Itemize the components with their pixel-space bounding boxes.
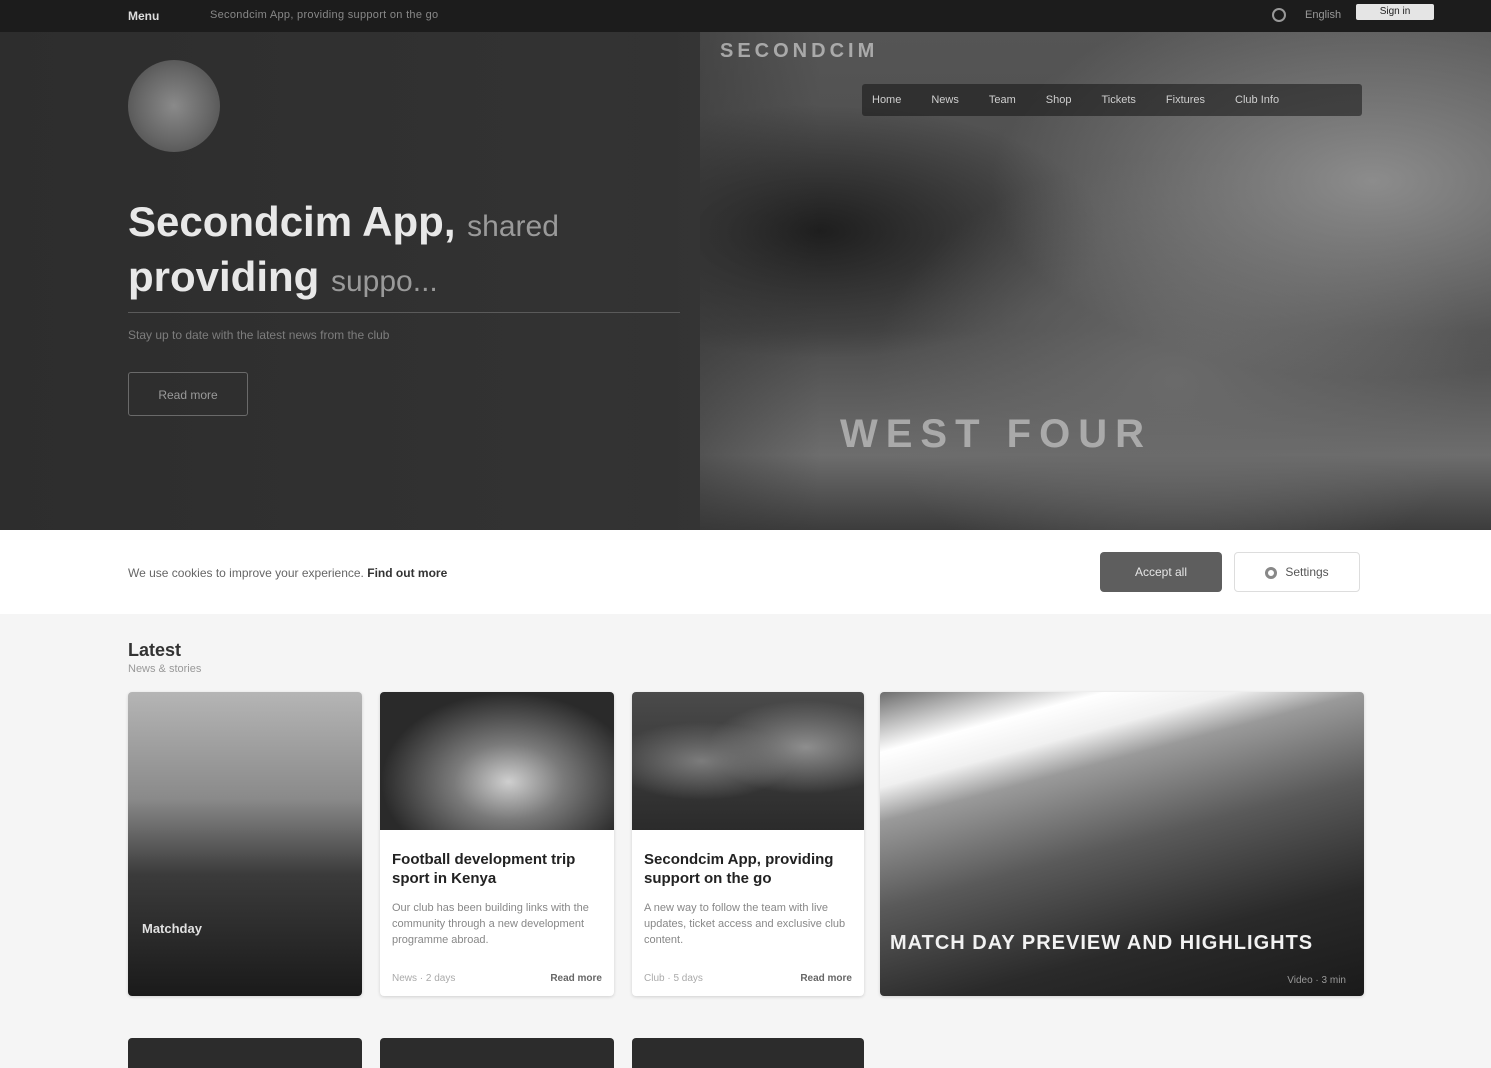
- section-subtitle: News & stories: [128, 663, 202, 675]
- news-card-image: [128, 692, 362, 996]
- hero-divider: [128, 312, 680, 313]
- nav-item-fixtures[interactable]: Fixtures: [1166, 94, 1205, 106]
- news-card-overlay: Matchday: [142, 921, 202, 936]
- sign-in-button[interactable]: Sign in: [1356, 4, 1434, 20]
- top-bar: Menu Secondcim App, providing support on…: [0, 0, 1491, 32]
- news-card-read-more[interactable]: Read more: [800, 973, 852, 984]
- accept-cookies-button[interactable]: Accept all: [1100, 552, 1222, 592]
- nav-item-news[interactable]: News: [931, 94, 959, 106]
- news-card[interactable]: Matchday: [128, 692, 362, 996]
- menu-link[interactable]: Menu: [128, 9, 159, 23]
- cookie-settings-button[interactable]: Settings: [1234, 552, 1360, 592]
- hero-title-line1: Secondcim App,: [128, 198, 456, 245]
- nav-item-tickets[interactable]: Tickets: [1101, 94, 1135, 106]
- cookie-more-link[interactable]: Find out more: [367, 566, 447, 580]
- nav-item-team[interactable]: Team: [989, 94, 1016, 106]
- news-card-meta: News · 2 days: [392, 973, 456, 984]
- gear-icon: [1265, 566, 1278, 579]
- nav-item-home[interactable]: Home: [872, 94, 901, 106]
- cookie-text: We use cookies to improve your experienc…: [128, 566, 447, 580]
- cookie-notice: We use cookies to improve your experienc…: [0, 530, 1491, 614]
- hero-title-line2: providing: [128, 253, 320, 300]
- stadium-banner-text: SECONDCIM: [720, 40, 879, 62]
- hero-banner: SECONDCIM WEST FOUR Home News Team Shop …: [0, 32, 1491, 530]
- news-card-image: [632, 692, 864, 830]
- cookie-settings-label: Settings: [1285, 565, 1329, 579]
- news-card-read-more[interactable]: Read more: [550, 973, 602, 984]
- news-card-title[interactable]: Secondcim App, providing support on the …: [644, 850, 854, 888]
- hero-nav: Home News Team Shop Tickets Fixtures Clu…: [862, 84, 1362, 116]
- hero-title: Secondcim App, shared providing suppo...: [128, 197, 688, 307]
- news-card[interactable]: Secondcim App, providing support on the …: [632, 692, 864, 996]
- news-card[interactable]: Football development trip sport in Kenya…: [380, 692, 614, 996]
- hero-title-line2-soft: suppo...: [331, 265, 438, 298]
- news-card-partial[interactable]: [632, 1038, 864, 1068]
- nav-item-club-info[interactable]: Club Info: [1235, 94, 1279, 106]
- news-card-title[interactable]: Football development trip sport in Kenya: [392, 850, 602, 888]
- top-tagline: Secondcim App, providing support on the …: [210, 9, 439, 21]
- advertising-board-text: WEST FOUR: [840, 412, 1152, 456]
- hero-title-line1-soft: shared: [467, 210, 559, 243]
- featured-card-meta: Video · 3 min: [1287, 975, 1346, 986]
- hero-read-more-button[interactable]: Read more: [128, 372, 248, 416]
- section-title: Latest: [128, 640, 182, 660]
- news-card-meta: Club · 5 days: [644, 973, 703, 984]
- news-card-partial[interactable]: [380, 1038, 614, 1068]
- club-crest-logo[interactable]: [128, 60, 220, 152]
- hero-subtitle: Stay up to date with the latest news fro…: [128, 328, 390, 342]
- news-card-image: [380, 692, 614, 830]
- featured-card[interactable]: MATCH DAY PREVIEW AND HIGHLIGHTS Video ·…: [880, 692, 1364, 996]
- featured-card-title[interactable]: MATCH DAY PREVIEW AND HIGHLIGHTS: [890, 932, 1313, 955]
- globe-icon[interactable]: [1272, 8, 1286, 22]
- language-selector[interactable]: English: [1305, 9, 1341, 21]
- news-card-partial[interactable]: [128, 1038, 362, 1068]
- news-card-description: A new way to follow the team with live u…: [644, 902, 846, 946]
- news-card-description: Our club has been building links with th…: [392, 902, 589, 946]
- nav-item-shop[interactable]: Shop: [1046, 94, 1072, 106]
- cookie-text-prefix: We use cookies to improve your experienc…: [128, 566, 364, 580]
